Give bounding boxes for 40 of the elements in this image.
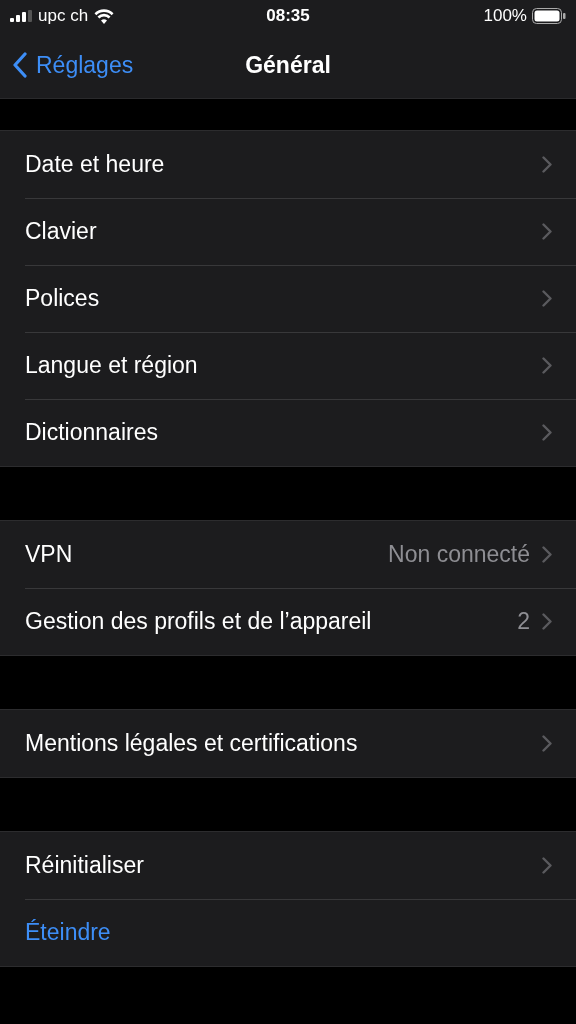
row-label: Dictionnaires — [25, 419, 159, 446]
settings-row[interactable]: Date et heure — [0, 131, 576, 198]
chevron-right-icon — [542, 156, 552, 173]
row-label: Mentions légales et certifications — [25, 730, 359, 757]
action-label: Éteindre — [25, 919, 112, 946]
chevron-right-icon — [542, 857, 552, 874]
chevron-left-icon — [12, 52, 28, 78]
row-label: Clavier — [25, 218, 98, 245]
row-label: Date et heure — [25, 151, 166, 178]
chevron-right-icon — [542, 613, 552, 630]
settings-row[interactable]: Polices — [0, 265, 576, 332]
row-value: 2 — [517, 608, 530, 635]
back-button[interactable]: Réglages — [0, 51, 134, 79]
settings-row[interactable]: Clavier — [0, 198, 576, 265]
carrier-name: upc ch — [38, 6, 89, 26]
row-label: Langue et région — [25, 352, 199, 379]
page-title: Général — [245, 51, 331, 79]
signal-icon — [10, 10, 32, 22]
row-label: Polices — [25, 285, 101, 312]
settings-row[interactable]: Gestion des profils et de l’appareil 2 — [0, 588, 576, 655]
chevron-right-icon — [542, 424, 552, 441]
settings-row[interactable]: Dictionnaires — [0, 399, 576, 466]
settings-row[interactable]: Langue et région — [0, 332, 576, 399]
row-label: Gestion des profils et de l’appareil — [25, 608, 373, 635]
settings-row[interactable]: Réinitialiser — [0, 832, 576, 899]
clock-time: 08:35 — [266, 6, 310, 25]
chevron-right-icon — [542, 223, 552, 240]
settings-row[interactable]: Éteindre — [0, 899, 576, 966]
row-value: Non connecté — [388, 541, 530, 568]
battery-icon — [532, 8, 566, 24]
wifi-icon — [94, 8, 115, 24]
chevron-right-icon — [542, 290, 552, 307]
settings-row[interactable]: Mentions légales et certifications — [0, 710, 576, 777]
chevron-right-icon — [542, 735, 552, 752]
row-label: Réinitialiser — [25, 852, 145, 879]
chevron-right-icon — [542, 546, 552, 563]
battery-percentage: 100% — [483, 6, 527, 26]
chevron-right-icon — [542, 357, 552, 374]
row-label: VPN — [25, 541, 74, 568]
settings-row[interactable]: VPN Non connecté — [0, 521, 576, 588]
